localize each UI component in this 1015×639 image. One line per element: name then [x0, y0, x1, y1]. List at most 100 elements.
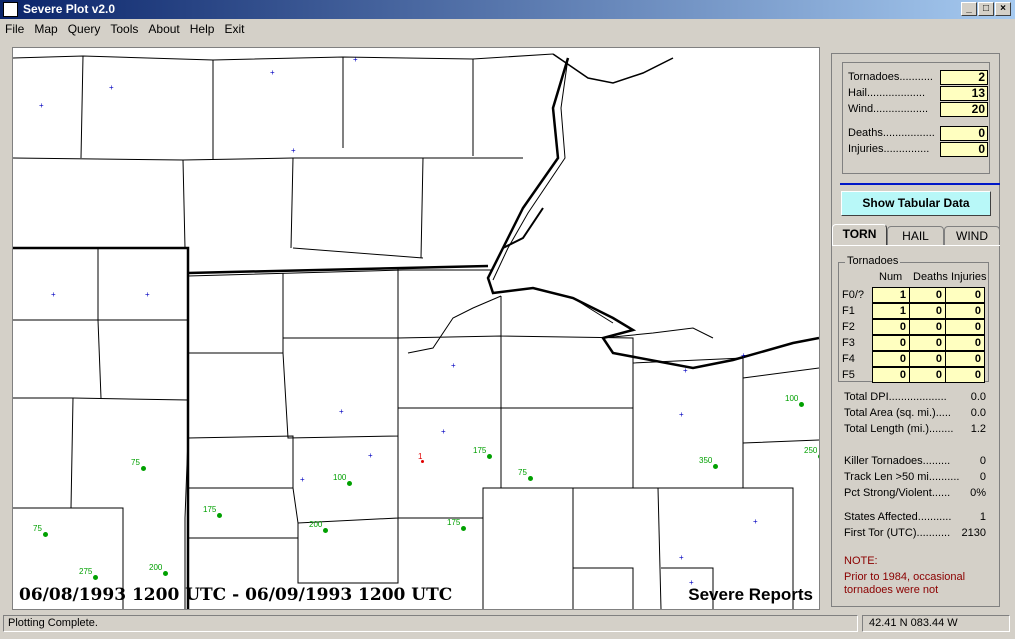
- fscale-num: 0: [872, 319, 910, 335]
- stat-label: Total DPI...................: [844, 391, 947, 403]
- fscale-row: F2 0 0 0: [842, 319, 987, 335]
- divider: [840, 183, 1000, 185]
- stat-label: Pct Strong/Violent......: [844, 487, 951, 499]
- hail-marker: [528, 476, 533, 481]
- stat-row: Track Len >50 mi.......... 0: [844, 471, 986, 483]
- tab-wind[interactable]: WIND: [944, 226, 1000, 245]
- hail-marker: [43, 532, 48, 537]
- maximize-button[interactable]: □: [978, 2, 994, 16]
- summary-hail: Hail................... 13: [848, 86, 988, 101]
- report-label: 175: [203, 505, 217, 514]
- svg-text:+: +: [51, 290, 56, 299]
- fscale-row: F1 1 0 0: [842, 303, 987, 319]
- fscale-num: 0: [872, 335, 910, 351]
- injuries-count: 0: [940, 142, 988, 157]
- report-label: 275: [79, 567, 93, 576]
- tab-torn[interactable]: TORN: [832, 224, 887, 246]
- stat-value: 0%: [970, 487, 986, 499]
- stat-value: 0.0: [970, 391, 986, 403]
- hail-marker: [713, 464, 718, 469]
- report-label: 75: [518, 468, 527, 477]
- fscale-num: 0: [872, 351, 910, 367]
- stat-row: Total Length (mi.)........ 1.2: [844, 423, 986, 435]
- stat-label: Track Len >50 mi..........: [844, 471, 960, 483]
- report-label: 75: [33, 524, 42, 533]
- summary-tornadoes: Tornadoes........... 2: [848, 70, 988, 85]
- menu-map[interactable]: Map: [29, 20, 62, 39]
- hail-marker: [217, 513, 222, 518]
- station-markers: ++++ ++++ ++++ ++++ +++: [39, 55, 758, 587]
- hail-marker: [93, 575, 98, 580]
- menu-query[interactable]: Query: [63, 20, 106, 39]
- menu-tools[interactable]: Tools: [105, 20, 143, 39]
- fscale-label: F3: [842, 337, 855, 349]
- torn-tab-panel: Tornadoes Num Deaths Injuries F0/? 1 0 0 F1 1…: [832, 245, 1000, 608]
- stat-value: 0: [979, 455, 986, 467]
- svg-text:+: +: [679, 410, 684, 419]
- tab-hail[interactable]: HAIL: [887, 226, 944, 245]
- svg-text:+: +: [291, 146, 296, 155]
- wind-count: 20: [940, 102, 988, 117]
- minimize-button[interactable]: _: [961, 2, 977, 16]
- fscale-deaths: 0: [909, 303, 946, 319]
- hail-marker: [141, 466, 146, 471]
- stat-row: Killer Tornadoes......... 0: [844, 455, 986, 467]
- fscale-injuries: 0: [945, 319, 985, 335]
- svg-text:+: +: [145, 290, 150, 299]
- menu-help[interactable]: Help: [185, 20, 220, 39]
- tornadoes-group: Tornadoes Num Deaths Injuries F0/? 1 0 0 F1 1…: [838, 255, 989, 383]
- summary-injuries: Injuries............... 0: [848, 142, 988, 157]
- fscale-injuries: 0: [945, 287, 985, 303]
- fscale-row: F3 0 0 0: [842, 335, 987, 351]
- title-bar: Severe Plot v2.0 _ □ ×: [0, 0, 1015, 19]
- report-label: 250: [804, 446, 818, 455]
- stat-value: 1.2: [970, 423, 986, 435]
- tab-strip: TORN HAIL WIND: [832, 224, 1001, 246]
- hail-marker: [347, 481, 352, 486]
- stat-value: 1: [979, 511, 986, 523]
- menu-file[interactable]: File: [0, 20, 29, 39]
- stat-label: Total Area (sq. mi.).....: [844, 407, 951, 419]
- stat-value: 0: [979, 471, 986, 483]
- fscale-deaths: 0: [909, 367, 946, 383]
- fscale-deaths: 0: [909, 319, 946, 335]
- svg-text:+: +: [368, 451, 373, 460]
- close-button[interactable]: ×: [995, 2, 1011, 16]
- app-icon: [3, 2, 18, 17]
- summary-deaths: Deaths................. 0: [848, 126, 988, 141]
- stat-label: States Affected...........: [844, 511, 952, 523]
- stat-row: Pct Strong/Violent...... 0%: [844, 487, 986, 499]
- stat-value: 0.0: [970, 407, 986, 419]
- fscale-injuries: 0: [945, 335, 985, 351]
- fscale-deaths: 0: [909, 287, 946, 303]
- fscale-row: F4 0 0 0: [842, 351, 987, 367]
- svg-text:+: +: [679, 553, 684, 562]
- fscale-injuries: 0: [945, 367, 985, 383]
- summary-wind: Wind.................. 20: [848, 102, 988, 117]
- map-canvas[interactable]: ++++ ++++ ++++ ++++ +++ 7510017520075275…: [12, 47, 820, 610]
- state-border: [13, 246, 190, 609]
- cursor-coordinates: 42.41 N 083.44 W: [862, 615, 1010, 632]
- fscale-row: F5 0 0 0: [842, 367, 987, 383]
- stat-label: Killer Tornadoes.........: [844, 455, 951, 467]
- stat-row: Total Area (sq. mi.)..... 0.0: [844, 407, 986, 419]
- hail-marker: [461, 526, 466, 531]
- svg-text:+: +: [339, 407, 344, 416]
- stat-label: First Tor (UTC)...........: [844, 527, 951, 539]
- fscale-num: 1: [872, 303, 910, 319]
- hail-marker: [799, 402, 804, 407]
- menu-exit[interactable]: Exit: [219, 20, 249, 39]
- tornado-marker: [421, 460, 424, 463]
- stat-row: Total DPI................... 0.0: [844, 391, 986, 403]
- menu-bar: File Map Query Tools About Help Exit: [0, 20, 1015, 39]
- show-tabular-data-button[interactable]: Show Tabular Data: [841, 191, 991, 216]
- county-map: ++++ ++++ ++++ ++++ +++: [13, 53, 819, 609]
- stat-value: 2130: [961, 527, 986, 539]
- report-label: 100: [333, 473, 347, 482]
- report-label: 350: [699, 456, 713, 465]
- side-panel: Tornadoes........... 2 Hail..............…: [831, 53, 1000, 607]
- svg-text:+: +: [753, 517, 758, 526]
- report-label: 200: [149, 563, 163, 572]
- note-title: NOTE:: [844, 555, 878, 567]
- menu-about[interactable]: About: [143, 20, 184, 39]
